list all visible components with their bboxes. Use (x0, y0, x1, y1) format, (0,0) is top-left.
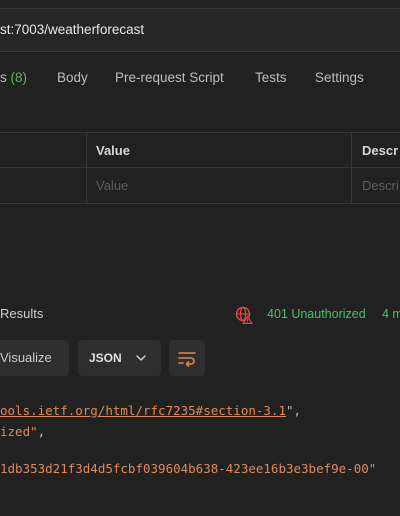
tab-body[interactable]: Body (57, 70, 88, 85)
wrap-lines-icon (178, 352, 196, 367)
wrap-lines-button[interactable] (169, 340, 205, 376)
response-line-title: ized", (0, 424, 45, 439)
tab-headers-label: s (0, 70, 7, 85)
tab-headers[interactable]: s (8) (0, 70, 27, 85)
request-url[interactable]: st:7003/weatherforecast (0, 22, 144, 37)
response-line-type: ools.ietf.org/html/rfc7235#section-3.1", (0, 403, 301, 418)
tab-pre-request-script[interactable]: Pre-request Script (115, 70, 224, 85)
globe-alert-icon[interactable] (235, 306, 254, 325)
column-header-value: Value (96, 143, 130, 158)
params-table: Value Descr Value Descri (0, 132, 400, 204)
response-time[interactable]: 4 m (382, 307, 400, 321)
response-type-link[interactable]: ools.ietf.org/html/rfc7235#section-3.1 (0, 403, 286, 418)
format-label: JSON (89, 351, 122, 365)
response-title-value: ized" (0, 424, 38, 439)
response-traceid-value: 1db353d21f3d4d5fcbf039604b638-423ee16b3e… (0, 461, 377, 476)
visualize-button[interactable]: Visualize (0, 340, 69, 376)
column-header-description: Descr (362, 143, 399, 158)
description-input[interactable]: Descri (362, 178, 399, 193)
format-select[interactable]: JSON (78, 340, 161, 376)
visualize-label: Visualize (0, 350, 52, 365)
value-input[interactable]: Value (96, 178, 128, 193)
code-punctuation: ", (285, 403, 302, 418)
status-code[interactable]: 401 Unauthorized (267, 307, 366, 321)
tab-headers-count: (8) (10, 70, 28, 85)
code-punctuation: , (37, 424, 46, 439)
tab-tests[interactable]: Tests (255, 70, 287, 85)
response-line-traceid: 1db353d21f3d4d5fcbf039604b638-423ee16b3e… (0, 461, 376, 476)
test-results-tab[interactable]: Results (0, 306, 43, 321)
tab-settings[interactable]: Settings (315, 70, 364, 85)
chevron-down-icon (136, 355, 146, 361)
